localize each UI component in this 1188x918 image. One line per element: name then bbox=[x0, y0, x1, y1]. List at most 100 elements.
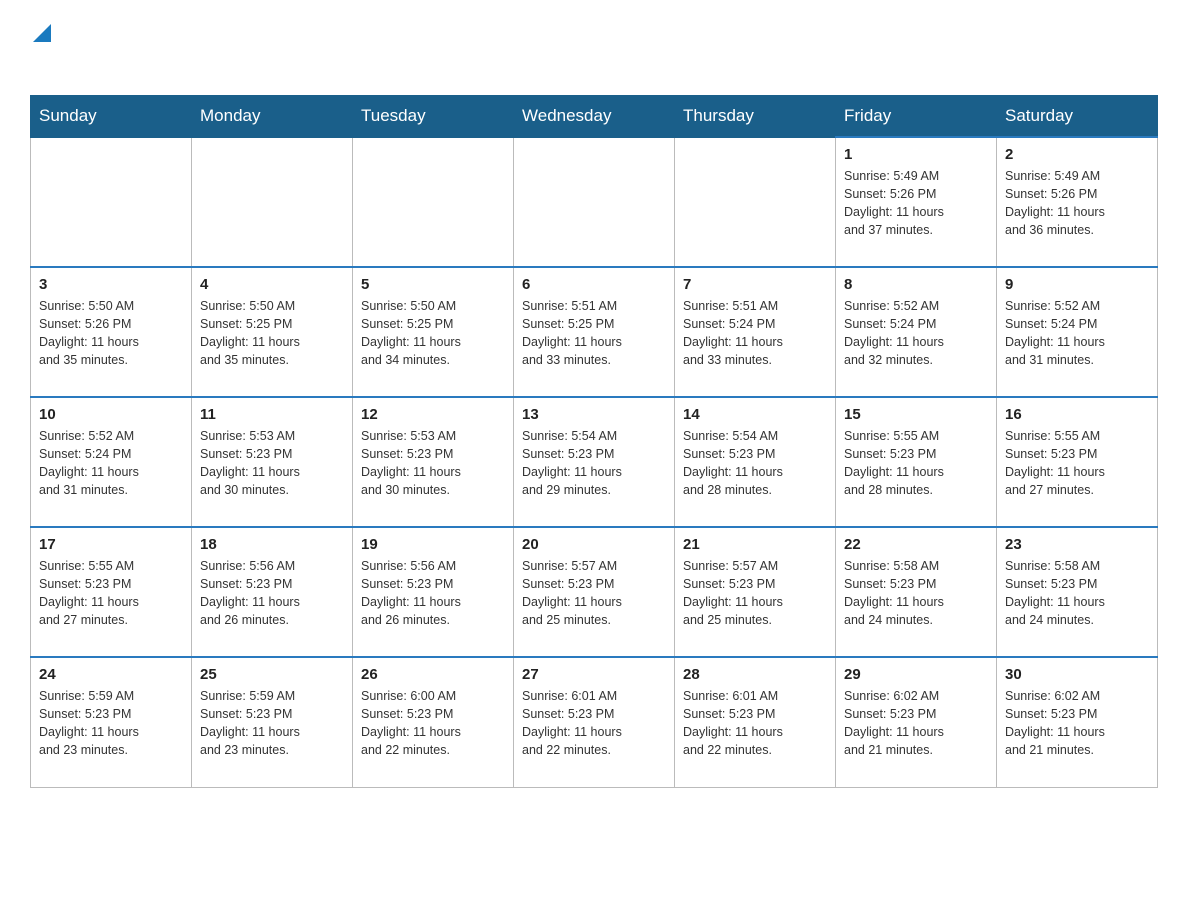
day-number: 20 bbox=[522, 536, 666, 553]
calendar-day-cell: 7 Sunrise: 5:51 AMSunset: 5:24 PMDaylight… bbox=[675, 267, 836, 397]
day-info: Sunrise: 5:59 AMSunset: 5:23 PMDaylight:… bbox=[200, 687, 344, 760]
day-number: 23 bbox=[1005, 536, 1149, 553]
day-number: 11 bbox=[200, 406, 344, 423]
calendar-day-cell: 25 Sunrise: 5:59 AMSunset: 5:23 PMDayligh… bbox=[192, 657, 353, 787]
day-number: 18 bbox=[200, 536, 344, 553]
day-info: Sunrise: 5:55 AMSunset: 5:23 PMDaylight:… bbox=[1005, 427, 1149, 500]
logo-triangle-icon bbox=[33, 20, 51, 47]
day-number: 3 bbox=[39, 276, 183, 293]
calendar-day-cell: 26 Sunrise: 6:00 AMSunset: 5:23 PMDayligh… bbox=[353, 657, 514, 787]
day-number: 5 bbox=[361, 276, 505, 293]
calendar-day-cell: 6 Sunrise: 5:51 AMSunset: 5:25 PMDaylight… bbox=[514, 267, 675, 397]
calendar-body: 1 Sunrise: 5:49 AMSunset: 5:26 PMDaylight… bbox=[31, 137, 1158, 787]
calendar-day-cell: 24Sunrise: 5:59 AMSunset: 5:23 PMDayligh… bbox=[31, 657, 192, 787]
calendar-day-cell: 18 Sunrise: 5:56 AMSunset: 5:23 PMDayligh… bbox=[192, 527, 353, 657]
day-number: 25 bbox=[200, 666, 344, 683]
calendar-day-cell bbox=[31, 137, 192, 267]
day-info: Sunrise: 5:50 AMSunset: 5:25 PMDaylight:… bbox=[200, 297, 344, 370]
day-info: Sunrise: 6:00 AMSunset: 5:23 PMDaylight:… bbox=[361, 687, 505, 760]
day-info: Sunrise: 6:01 AMSunset: 5:23 PMDaylight:… bbox=[522, 687, 666, 760]
calendar-day-cell: 14 Sunrise: 5:54 AMSunset: 5:23 PMDayligh… bbox=[675, 397, 836, 527]
day-info: Sunrise: 5:56 AMSunset: 5:23 PMDaylight:… bbox=[361, 557, 505, 630]
calendar-day-cell: 27 Sunrise: 6:01 AMSunset: 5:23 PMDayligh… bbox=[514, 657, 675, 787]
calendar-day-cell: 4 Sunrise: 5:50 AMSunset: 5:25 PMDaylight… bbox=[192, 267, 353, 397]
day-info: Sunrise: 5:49 AMSunset: 5:26 PMDaylight:… bbox=[844, 167, 988, 240]
calendar-day-cell: 1 Sunrise: 5:49 AMSunset: 5:26 PMDaylight… bbox=[836, 137, 997, 267]
calendar-day-cell: 5 Sunrise: 5:50 AMSunset: 5:25 PMDaylight… bbox=[353, 267, 514, 397]
calendar-day-cell: 10Sunrise: 5:52 AMSunset: 5:24 PMDayligh… bbox=[31, 397, 192, 527]
day-number: 1 bbox=[844, 146, 988, 163]
header-tuesday: Tuesday bbox=[353, 96, 514, 138]
day-info: Sunrise: 5:52 AMSunset: 5:24 PMDaylight:… bbox=[39, 427, 183, 500]
day-number: 28 bbox=[683, 666, 827, 683]
calendar-day-cell: 22Sunrise: 5:58 AMSunset: 5:23 PMDayligh… bbox=[836, 527, 997, 657]
header-sunday: Sunday bbox=[31, 96, 192, 138]
logo bbox=[30, 20, 51, 75]
day-number: 12 bbox=[361, 406, 505, 423]
header-friday: Friday bbox=[836, 96, 997, 138]
day-info: Sunrise: 5:58 AMSunset: 5:23 PMDaylight:… bbox=[1005, 557, 1149, 630]
calendar-day-cell: 20 Sunrise: 5:57 AMSunset: 5:23 PMDayligh… bbox=[514, 527, 675, 657]
day-number: 27 bbox=[522, 666, 666, 683]
day-info: Sunrise: 5:55 AMSunset: 5:23 PMDaylight:… bbox=[844, 427, 988, 500]
page-header bbox=[30, 20, 1158, 75]
calendar-day-cell: 13 Sunrise: 5:54 AMSunset: 5:23 PMDayligh… bbox=[514, 397, 675, 527]
day-info: Sunrise: 5:53 AMSunset: 5:23 PMDaylight:… bbox=[200, 427, 344, 500]
day-number: 29 bbox=[844, 666, 988, 683]
calendar-day-cell: 9Sunrise: 5:52 AMSunset: 5:24 PMDaylight… bbox=[997, 267, 1158, 397]
day-number: 22 bbox=[844, 536, 988, 553]
calendar-week-row: 24Sunrise: 5:59 AMSunset: 5:23 PMDayligh… bbox=[31, 657, 1158, 787]
day-number: 8 bbox=[844, 276, 988, 293]
day-info: Sunrise: 5:54 AMSunset: 5:23 PMDaylight:… bbox=[683, 427, 827, 500]
header-monday: Monday bbox=[192, 96, 353, 138]
day-number: 9 bbox=[1005, 276, 1149, 293]
day-number: 13 bbox=[522, 406, 666, 423]
calendar-day-cell: 12 Sunrise: 5:53 AMSunset: 5:23 PMDayligh… bbox=[353, 397, 514, 527]
day-number: 4 bbox=[200, 276, 344, 293]
weekday-header-row: Sunday Monday Tuesday Wednesday Thursday… bbox=[31, 96, 1158, 138]
calendar-day-cell bbox=[514, 137, 675, 267]
day-info: Sunrise: 5:52 AMSunset: 5:24 PMDaylight:… bbox=[844, 297, 988, 370]
calendar-week-row: 3 Sunrise: 5:50 AMSunset: 5:26 PMDaylight… bbox=[31, 267, 1158, 397]
calendar-day-cell: 23 Sunrise: 5:58 AMSunset: 5:23 PMDayligh… bbox=[997, 527, 1158, 657]
calendar-day-cell bbox=[192, 137, 353, 267]
day-info: Sunrise: 5:50 AMSunset: 5:26 PMDaylight:… bbox=[39, 297, 183, 370]
day-info: Sunrise: 5:50 AMSunset: 5:25 PMDaylight:… bbox=[361, 297, 505, 370]
calendar-day-cell: 21 Sunrise: 5:57 AMSunset: 5:23 PMDayligh… bbox=[675, 527, 836, 657]
calendar-day-cell: 29 Sunrise: 6:02 AMSunset: 5:23 PMDayligh… bbox=[836, 657, 997, 787]
day-info: Sunrise: 5:56 AMSunset: 5:23 PMDaylight:… bbox=[200, 557, 344, 630]
day-number: 7 bbox=[683, 276, 827, 293]
day-number: 26 bbox=[361, 666, 505, 683]
calendar-day-cell: 3 Sunrise: 5:50 AMSunset: 5:26 PMDaylight… bbox=[31, 267, 192, 397]
day-number: 6 bbox=[522, 276, 666, 293]
day-info: Sunrise: 5:51 AMSunset: 5:24 PMDaylight:… bbox=[683, 297, 827, 370]
calendar-day-cell bbox=[353, 137, 514, 267]
header-saturday: Saturday bbox=[997, 96, 1158, 138]
day-info: Sunrise: 6:01 AMSunset: 5:23 PMDaylight:… bbox=[683, 687, 827, 760]
day-info: Sunrise: 5:51 AMSunset: 5:25 PMDaylight:… bbox=[522, 297, 666, 370]
day-number: 2 bbox=[1005, 146, 1149, 163]
header-wednesday: Wednesday bbox=[514, 96, 675, 138]
day-number: 16 bbox=[1005, 406, 1149, 423]
day-number: 21 bbox=[683, 536, 827, 553]
day-info: Sunrise: 5:55 AMSunset: 5:23 PMDaylight:… bbox=[39, 557, 183, 630]
day-info: Sunrise: 5:57 AMSunset: 5:23 PMDaylight:… bbox=[522, 557, 666, 630]
calendar-week-row: 1 Sunrise: 5:49 AMSunset: 5:26 PMDaylight… bbox=[31, 137, 1158, 267]
calendar-day-cell: 8 Sunrise: 5:52 AMSunset: 5:24 PMDaylight… bbox=[836, 267, 997, 397]
calendar-day-cell: 15 Sunrise: 5:55 AMSunset: 5:23 PMDayligh… bbox=[836, 397, 997, 527]
calendar-header: Sunday Monday Tuesday Wednesday Thursday… bbox=[31, 96, 1158, 138]
calendar-day-cell: 30Sunrise: 6:02 AMSunset: 5:23 PMDayligh… bbox=[997, 657, 1158, 787]
day-info: Sunrise: 5:57 AMSunset: 5:23 PMDaylight:… bbox=[683, 557, 827, 630]
calendar-day-cell: 28 Sunrise: 6:01 AMSunset: 5:23 PMDayligh… bbox=[675, 657, 836, 787]
day-info: Sunrise: 6:02 AMSunset: 5:23 PMDaylight:… bbox=[844, 687, 988, 760]
calendar-week-row: 10Sunrise: 5:52 AMSunset: 5:24 PMDayligh… bbox=[31, 397, 1158, 527]
calendar-table: Sunday Monday Tuesday Wednesday Thursday… bbox=[30, 95, 1158, 788]
day-info: Sunrise: 5:53 AMSunset: 5:23 PMDaylight:… bbox=[361, 427, 505, 500]
day-number: 14 bbox=[683, 406, 827, 423]
calendar-day-cell: 2Sunrise: 5:49 AMSunset: 5:26 PMDaylight… bbox=[997, 137, 1158, 267]
day-number: 30 bbox=[1005, 666, 1149, 683]
day-number: 15 bbox=[844, 406, 988, 423]
day-number: 17 bbox=[39, 536, 183, 553]
day-info: Sunrise: 5:54 AMSunset: 5:23 PMDaylight:… bbox=[522, 427, 666, 500]
calendar-day-cell: 17 Sunrise: 5:55 AMSunset: 5:23 PMDayligh… bbox=[31, 527, 192, 657]
